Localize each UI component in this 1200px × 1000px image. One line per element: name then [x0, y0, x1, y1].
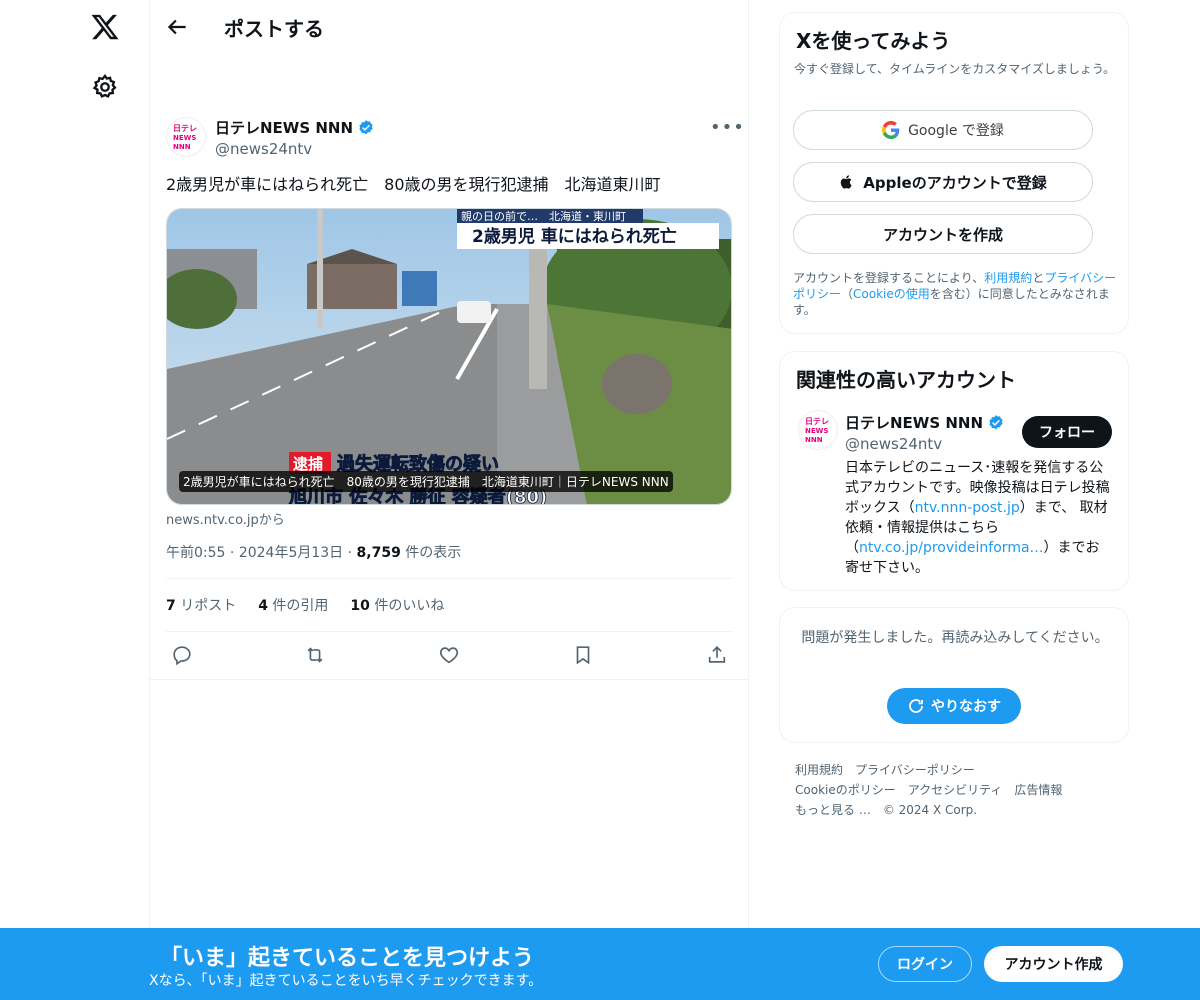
signup-subtitle: 今すぐ登録して、タイムラインをカスタマイズしましょう。 — [794, 62, 1116, 76]
svg-text:NNN: NNN — [805, 436, 823, 444]
divider — [150, 679, 749, 680]
more-icon[interactable]: ••• — [710, 117, 744, 138]
google-icon — [882, 121, 900, 139]
x-logo-icon[interactable] — [90, 12, 120, 42]
divider — [166, 578, 733, 579]
bottom-signup-bar: 「いま」起きていることを見つけよう Xなら、「いま」起きていることをいち早くチェ… — [0, 928, 1200, 1000]
create-account-button[interactable]: アカウントを作成 — [793, 214, 1093, 254]
post-text: 2歳男児が車にはねられ死亡 80歳の男を現行犯逮捕 北海道東川町 — [166, 175, 661, 194]
signup-terms: アカウントを登録することにより、利用規約とプライバシーポリシー（Cookieの使… — [793, 271, 1117, 317]
apple-signup-label: Appleのアカウントで登録 — [863, 173, 1047, 192]
signup-title: Xを使ってみよう — [796, 29, 951, 53]
bottom-bar-subtitle: Xなら、「いま」起きていることをいち早くチェックできます。 — [149, 973, 543, 989]
bottom-create-account-button[interactable]: アカウント作成 — [984, 946, 1123, 982]
author-name-text[interactable]: 日テレNEWS NNN — [215, 117, 353, 138]
post-meta: 午前0:55 · 2024年5月13日 · 8,759 件の表示 — [166, 545, 462, 561]
footer-link-ads[interactable]: 広告情報 — [1014, 783, 1062, 797]
views-count: 8,759 — [356, 545, 401, 561]
overlay-top-small: 親の日の前で… 北海道・東川町 — [461, 209, 626, 223]
avatar[interactable]: 日テレ NEWS NNN — [166, 117, 206, 157]
footer-link-accessibility[interactable]: アクセシビリティ — [908, 783, 1003, 797]
author-name[interactable]: 日テレNEWS NNN — [215, 117, 375, 138]
post-time[interactable]: 午前0:55 — [166, 545, 225, 561]
avatar-text-2: NEWS — [173, 134, 196, 142]
back-arrow-icon[interactable] — [164, 14, 190, 40]
google-signup-label: Google で登録 — [908, 123, 1004, 139]
footer-copyright: © 2024 X Corp. — [882, 803, 978, 817]
views-label: 件の表示 — [405, 545, 462, 561]
retry-button[interactable]: やりなおす — [887, 688, 1021, 724]
reposts-stat[interactable]: 7 リポスト — [166, 595, 236, 615]
related-accounts-card: 関連性の高いアカウント 日テレ NEWS NNN 日テレNEWS NNN @ne… — [779, 351, 1129, 591]
post-stats: 7 リポスト 4 件の引用 10 件のいいね — [166, 595, 444, 615]
follow-button[interactable]: フォロー — [1022, 416, 1112, 448]
divider — [166, 631, 733, 632]
signup-card: Xを使ってみよう 今すぐ登録して、タイムラインをカスタマイズしましょう。 Goo… — [779, 12, 1129, 334]
page-title: ポストする — [224, 17, 324, 41]
bio-link-post[interactable]: ntv.nnn-post.jp — [915, 500, 1020, 516]
error-card: 問題が発生しました。再読み込みしてください。 やりなおす — [779, 607, 1129, 743]
footer-link-more[interactable]: もっと見る … — [795, 803, 871, 817]
related-avatar[interactable]: 日テレ NEWS NNN — [798, 410, 838, 450]
left-nav — [0, 0, 150, 1000]
reply-icon[interactable] — [171, 644, 193, 666]
ntv-logo-icon: 日テレ NEWS NNN — [805, 417, 829, 444]
ntv-logo-icon: 日テレ NEWS NNN — [170, 121, 202, 153]
verified-badge-icon — [989, 414, 1003, 429]
avatar-text-1: 日テレ — [173, 124, 197, 133]
apple-icon — [841, 175, 852, 189]
news-video-thumbnail: 親の日の前で… 北海道・東川町 2歳男児 車にはねられ死亡 逮捕 過失運転致傷の… — [167, 209, 731, 504]
footer-link-cookie[interactable]: Cookieのポリシー — [795, 783, 896, 797]
verified-badge-icon — [359, 119, 373, 134]
related-bio: 日本テレビのニュース･速報を発信する公式アカウントです。映像投稿は日テレ投稿ボッ… — [845, 460, 1110, 576]
post-media[interactable]: 親の日の前で… 北海道・東川町 2歳男児 車にはねられ死亡 逮捕 過失運転致傷の… — [166, 208, 732, 505]
overlay-top-big: 2歳男児 車にはねられ死亡 — [472, 226, 677, 247]
author-handle[interactable]: @news24ntv — [215, 140, 312, 158]
refresh-icon — [909, 699, 923, 713]
header: ポストする — [150, 0, 748, 53]
post-actions — [166, 644, 732, 670]
footer-link-terms[interactable]: 利用規約 — [795, 763, 843, 777]
svg-text:日テレ: 日テレ — [805, 417, 829, 426]
footer-links: 利用規約 プライバシーポリシー Cookieのポリシー アクセシビリティ 広告情報 も… — [795, 760, 1125, 820]
cookie-link[interactable]: Cookieの使用 — [853, 287, 930, 301]
avatar-text-3: NNN — [173, 143, 191, 151]
apple-signup-button[interactable]: Appleのアカウントで登録 — [793, 162, 1093, 202]
footer-link-privacy[interactable]: プライバシーポリシー — [855, 763, 975, 777]
media-caption: 2歳男児が車にはねられ死亡 80歳の男を現行犯逮捕 北海道東川町｜日テレNEWS… — [179, 471, 673, 492]
likes-stat[interactable]: 10 件のいいね — [350, 595, 444, 615]
media-source[interactable]: news.ntv.co.jpから — [166, 509, 285, 528]
main-column: ポストする 日テレ NEWS NNN 日テレNEWS NNN @news24nt… — [149, 0, 749, 1000]
error-text: 問題が発生しました。再読み込みしてください。 — [801, 630, 1109, 646]
terms-link[interactable]: 利用規約 — [984, 271, 1032, 285]
login-button[interactable]: ログイン — [878, 946, 972, 982]
gear-icon[interactable] — [91, 73, 119, 101]
post-date[interactable]: 2024年5月13日 — [239, 545, 343, 561]
create-account-label: アカウントを作成 — [882, 225, 1003, 244]
related-handle[interactable]: @news24ntv — [845, 435, 942, 453]
related-title: 関連性の高いアカウント — [796, 368, 1016, 392]
share-icon[interactable] — [706, 644, 728, 666]
retry-label: やりなおす — [931, 699, 1001, 715]
like-icon[interactable] — [438, 644, 460, 666]
google-signup-button[interactable]: Google で登録 — [793, 110, 1093, 150]
related-name[interactable]: 日テレNEWS NNN — [845, 412, 1005, 433]
bio-link-provide[interactable]: ntv.co.jp/provideinforma… — [859, 540, 1044, 556]
quotes-stat[interactable]: 4 件の引用 — [258, 595, 328, 615]
bookmark-icon[interactable] — [572, 644, 594, 666]
repost-icon[interactable] — [304, 644, 326, 666]
svg-text:NEWS: NEWS — [805, 427, 828, 435]
bottom-bar-title: 「いま」起きていることを見つけよう — [160, 946, 535, 971]
